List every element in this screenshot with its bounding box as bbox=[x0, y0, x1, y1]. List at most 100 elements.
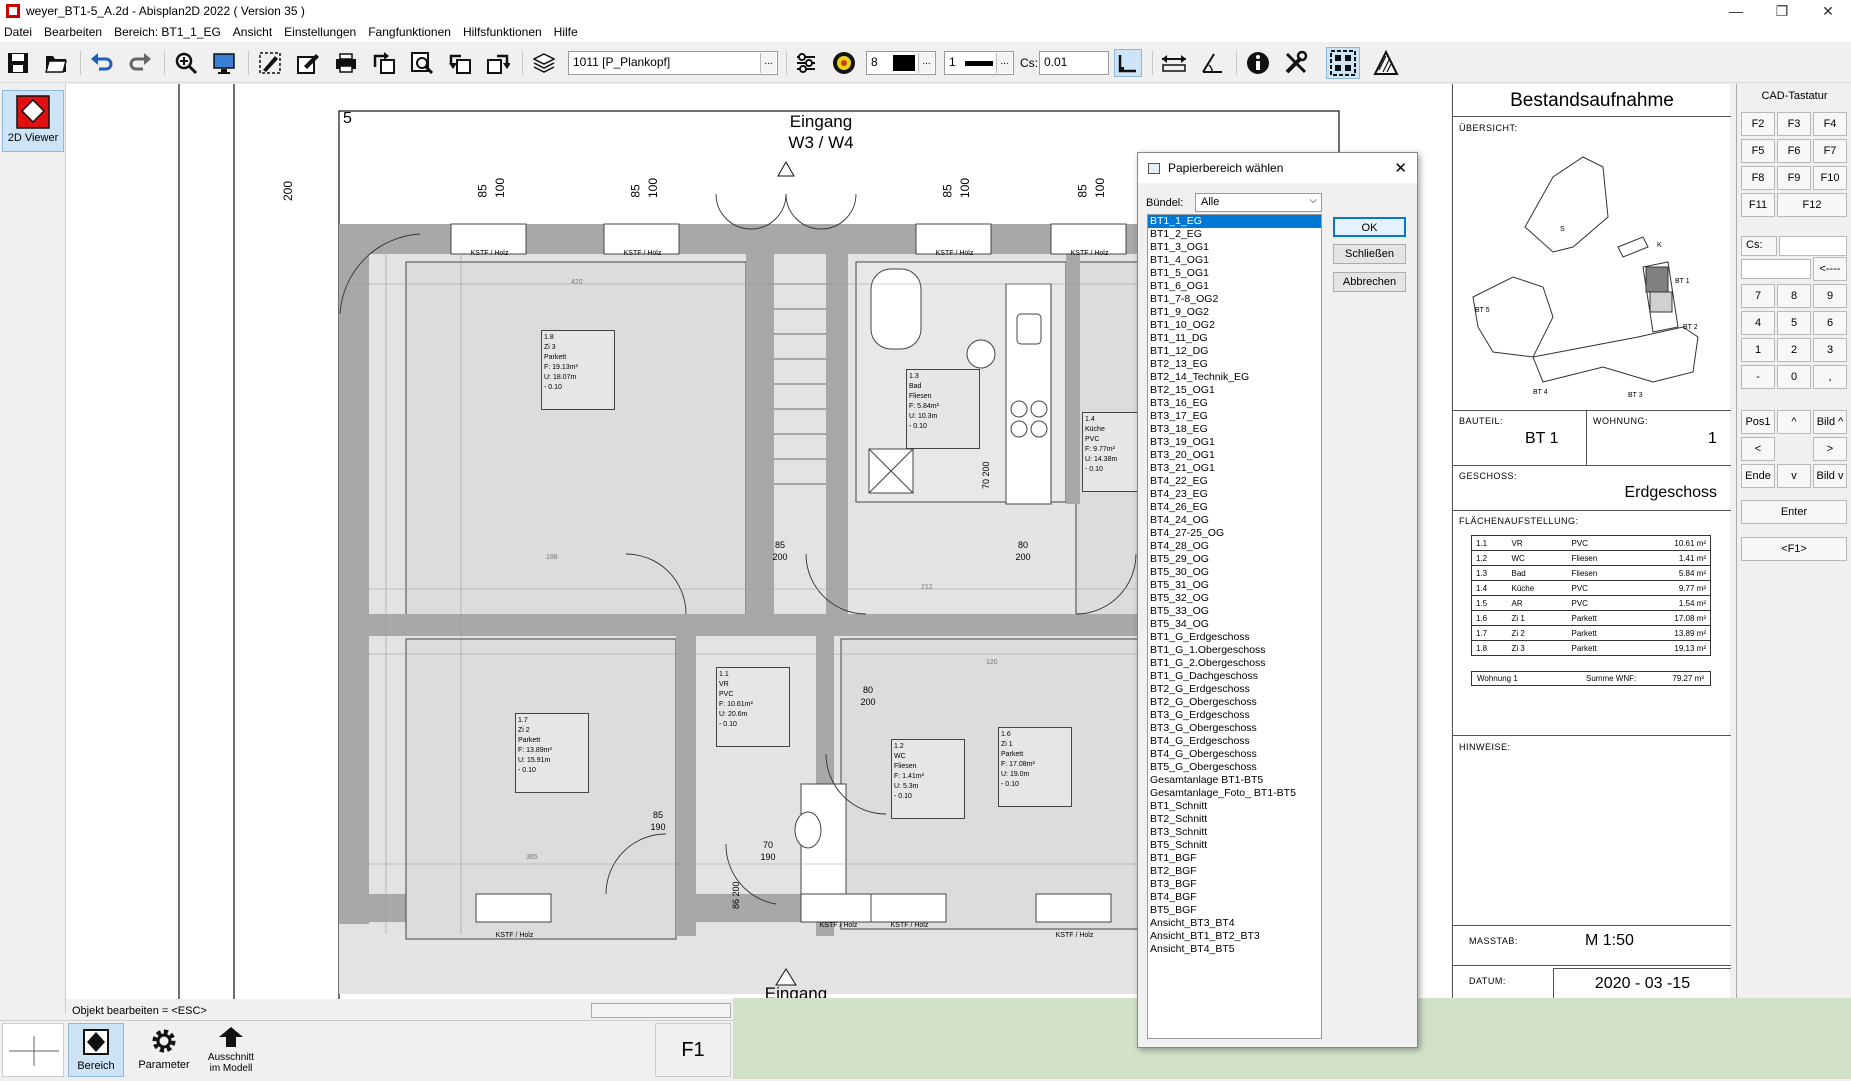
list-item[interactable]: BT5_29_OG bbox=[1148, 553, 1321, 566]
list-item[interactable]: BT2_14_Technik_EG bbox=[1148, 371, 1321, 384]
key-f6[interactable]: F6 bbox=[1777, 139, 1811, 163]
list-item[interactable]: BT3_21_OG1 bbox=[1148, 462, 1321, 475]
list-item[interactable]: BT4_23_EG bbox=[1148, 488, 1321, 501]
parameter-button[interactable]: Parameter bbox=[136, 1023, 192, 1077]
schliessen-button[interactable]: Schließen bbox=[1333, 244, 1406, 264]
key-2[interactable]: 2 bbox=[1777, 338, 1811, 362]
list-item[interactable]: BT2_G_Erdgeschoss bbox=[1148, 683, 1321, 696]
list-item[interactable]: BT1_4_OG1 bbox=[1148, 254, 1321, 267]
key-backspace[interactable]: <---- bbox=[1813, 257, 1847, 281]
pen-more-button[interactable]: ... bbox=[918, 53, 934, 73]
list-item[interactable]: BT1_G_2.Obergeschoss bbox=[1148, 657, 1321, 670]
list-item[interactable]: BT1_1_EG bbox=[1148, 215, 1321, 228]
list-item[interactable]: BT4_24_OG bbox=[1148, 514, 1321, 527]
list-item[interactable]: BT2_Schnitt bbox=[1148, 813, 1321, 826]
key-enter[interactable]: Enter bbox=[1741, 500, 1847, 524]
key-3[interactable]: 3 bbox=[1813, 338, 1847, 362]
key-left[interactable]: < bbox=[1741, 437, 1775, 461]
key-5[interactable]: 5 bbox=[1777, 311, 1811, 335]
key-f1[interactable]: <F1> bbox=[1741, 537, 1847, 561]
zoom-window-icon[interactable] bbox=[408, 49, 436, 77]
list-item[interactable]: BT4_26_EG bbox=[1148, 501, 1321, 514]
list-item[interactable]: BT4_G_Erdgeschoss bbox=[1148, 735, 1321, 748]
list-item[interactable]: BT1_5_OG1 bbox=[1148, 267, 1321, 280]
list-item[interactable]: BT1_12_DG bbox=[1148, 345, 1321, 358]
save-icon[interactable] bbox=[4, 49, 32, 77]
list-item[interactable]: BT3_20_OG1 bbox=[1148, 449, 1321, 462]
pen-field[interactable]: 8... bbox=[866, 51, 936, 75]
list-item[interactable]: BT1_11_DG bbox=[1148, 332, 1321, 345]
menu-bearbeiten[interactable]: Bearbeiten bbox=[44, 25, 102, 39]
room-stamp[interactable]: 1.2 WC Fliesen F: 1.41m² U: 5.3m - 0.10 bbox=[891, 739, 965, 819]
list-item[interactable]: Ansicht_BT3_BT4 bbox=[1148, 917, 1321, 930]
list-item[interactable]: Ansicht_BT4_BT5 bbox=[1148, 943, 1321, 956]
list-item[interactable]: BT3_18_EG bbox=[1148, 423, 1321, 436]
key-f8[interactable]: F8 bbox=[1741, 166, 1775, 190]
paper-area-list[interactable]: BT1_1_EG BT1_2_EG BT1_3_OG1 BT1_4_OG1 BT1_5_… bbox=[1147, 214, 1322, 1039]
list-item[interactable]: Gesamtanlage_Foto_ BT1-BT5 bbox=[1148, 787, 1321, 800]
key-up[interactable]: ^ bbox=[1777, 410, 1811, 434]
room-stamp[interactable]: 1.7 Zi 2 Parkett F: 13.89m² U: 15.91m - 0.10 bbox=[515, 713, 589, 793]
key-f11[interactable]: F11 bbox=[1741, 193, 1775, 217]
key-4[interactable]: 4 bbox=[1741, 311, 1775, 335]
list-item[interactable]: BT5_30_OG bbox=[1148, 566, 1321, 579]
key-6[interactable]: 6 bbox=[1813, 311, 1847, 335]
list-item[interactable]: BT5_G_Obergeschoss bbox=[1148, 761, 1321, 774]
list-item[interactable]: BT1_7-8_OG2 bbox=[1148, 293, 1321, 306]
grid-icon[interactable] bbox=[1326, 47, 1360, 79]
list-item[interactable]: BT3_G_Obergeschoss bbox=[1148, 722, 1321, 735]
list-item[interactable]: BT5_31_OG bbox=[1148, 579, 1321, 592]
list-item[interactable]: BT4_G_Obergeschoss bbox=[1148, 748, 1321, 761]
monitor-icon[interactable] bbox=[210, 49, 238, 77]
line-more-button[interactable]: ... bbox=[996, 53, 1012, 73]
list-item[interactable]: BT1_9_OG2 bbox=[1148, 306, 1321, 319]
bereich-button[interactable]: Bereich bbox=[68, 1023, 124, 1077]
printer-icon[interactable] bbox=[332, 49, 360, 77]
list-item[interactable]: BT1_2_EG bbox=[1148, 228, 1321, 241]
key-pos1[interactable]: Pos1 bbox=[1741, 410, 1775, 434]
list-item[interactable]: BT1_3_OG1 bbox=[1148, 241, 1321, 254]
zoom-icon[interactable] bbox=[172, 49, 200, 77]
list-item[interactable]: BT3_Schnitt bbox=[1148, 826, 1321, 839]
ortho-snap-icon[interactable] bbox=[1114, 49, 1142, 77]
maximize-button[interactable]: ❐ bbox=[1759, 3, 1805, 20]
key-f12[interactable]: F12 bbox=[1777, 193, 1847, 217]
list-item[interactable]: BT4_27-25_OG bbox=[1148, 527, 1321, 540]
menu-einstellungen[interactable]: Einstellungen bbox=[284, 25, 356, 39]
list-item[interactable]: BT1_6_OG1 bbox=[1148, 280, 1321, 293]
f1-help-button[interactable]: F1 bbox=[655, 1023, 731, 1077]
key-f5[interactable]: F5 bbox=[1741, 139, 1775, 163]
tools-icon[interactable] bbox=[1282, 49, 1310, 77]
list-item[interactable]: BT1_G_1.Obergeschoss bbox=[1148, 644, 1321, 657]
key-1[interactable]: 1 bbox=[1741, 338, 1775, 362]
list-item[interactable]: BT3_BGF bbox=[1148, 878, 1321, 891]
ausschnitt-button[interactable]: Ausschnitt im Modell bbox=[203, 1023, 259, 1077]
key-7[interactable]: 7 bbox=[1741, 284, 1775, 308]
list-item[interactable]: BT5_BGF bbox=[1148, 904, 1321, 917]
close-window-button[interactable]: ✕ bbox=[1805, 3, 1851, 20]
menu-bereich[interactable]: Bereich: BT1_1_EG bbox=[114, 25, 221, 39]
list-item[interactable]: BT3_19_OG1 bbox=[1148, 436, 1321, 449]
undo-icon[interactable] bbox=[88, 49, 116, 77]
list-item[interactable]: BT3_16_EG bbox=[1148, 397, 1321, 410]
cad-cs-input[interactable] bbox=[1779, 236, 1847, 256]
key-minus[interactable]: - bbox=[1741, 365, 1775, 389]
key-down[interactable]: v bbox=[1777, 464, 1811, 488]
edit-draw-icon[interactable] bbox=[256, 49, 284, 77]
list-item[interactable]: BT5_32_OG bbox=[1148, 592, 1321, 605]
list-item[interactable]: BT1_G_Dachgeschoss bbox=[1148, 670, 1321, 683]
dimension-icon[interactable] bbox=[1160, 49, 1188, 77]
key-ende[interactable]: Ende bbox=[1741, 464, 1775, 488]
properties-icon[interactable] bbox=[792, 49, 820, 77]
abbrechen-button[interactable]: Abbrechen bbox=[1333, 272, 1406, 292]
list-item[interactable]: BT2_15_OG1 bbox=[1148, 384, 1321, 397]
list-item[interactable]: BT2_13_EG bbox=[1148, 358, 1321, 371]
menu-hilfsfunktionen[interactable]: Hilfsfunktionen bbox=[463, 25, 542, 39]
list-item[interactable]: BT2_G_Obergeschoss bbox=[1148, 696, 1321, 709]
room-stamp[interactable]: 1.8 Zi 3 Parkett F: 19.13m² U: 18.07m - 0.10 bbox=[541, 330, 615, 410]
open-folder-icon[interactable] bbox=[42, 49, 70, 77]
key-bild-down[interactable]: Bild v bbox=[1813, 464, 1847, 488]
list-item[interactable]: BT1_Schnitt bbox=[1148, 800, 1321, 813]
dialog-close-icon[interactable]: ✕ bbox=[1394, 159, 1407, 177]
move-right-icon[interactable] bbox=[484, 49, 512, 77]
